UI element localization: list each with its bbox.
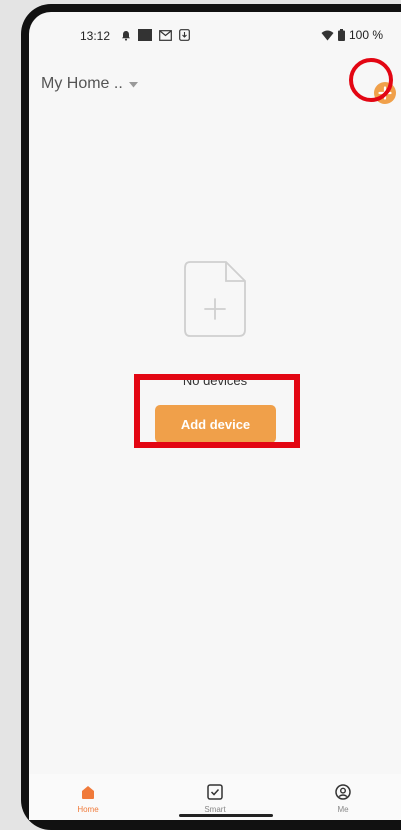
home-indicator xyxy=(179,814,273,817)
status-time: 13:12 xyxy=(80,29,111,43)
status-bar: 13:12 100 % xyxy=(29,12,401,52)
download-notification-icon xyxy=(179,29,190,41)
square-notification-icon xyxy=(138,29,152,41)
bell-icon xyxy=(121,30,131,41)
wifi-icon xyxy=(321,30,334,41)
checkbox-icon xyxy=(207,783,223,801)
status-system-icons: 100 % xyxy=(321,28,383,42)
chevron-down-icon xyxy=(128,75,138,93)
home-selector[interactable]: My Home .. xyxy=(41,75,138,93)
battery-percentage: 100 % xyxy=(348,28,383,42)
highlight-rectangle xyxy=(134,374,300,448)
home-name: My Home .. xyxy=(41,75,123,92)
home-icon xyxy=(80,783,96,801)
tab-me[interactable]: Me xyxy=(293,774,393,820)
highlight-circle xyxy=(349,58,393,102)
tab-me-label: Me xyxy=(337,805,349,814)
empty-document-icon xyxy=(184,261,246,342)
user-icon xyxy=(335,783,351,801)
tab-home[interactable]: Home xyxy=(38,774,138,820)
gmail-icon xyxy=(159,29,172,41)
tab-home-label: Home xyxy=(77,805,99,814)
battery-icon xyxy=(337,29,345,41)
tab-smart-label: Smart xyxy=(204,805,226,814)
status-notification-icons xyxy=(121,29,190,41)
